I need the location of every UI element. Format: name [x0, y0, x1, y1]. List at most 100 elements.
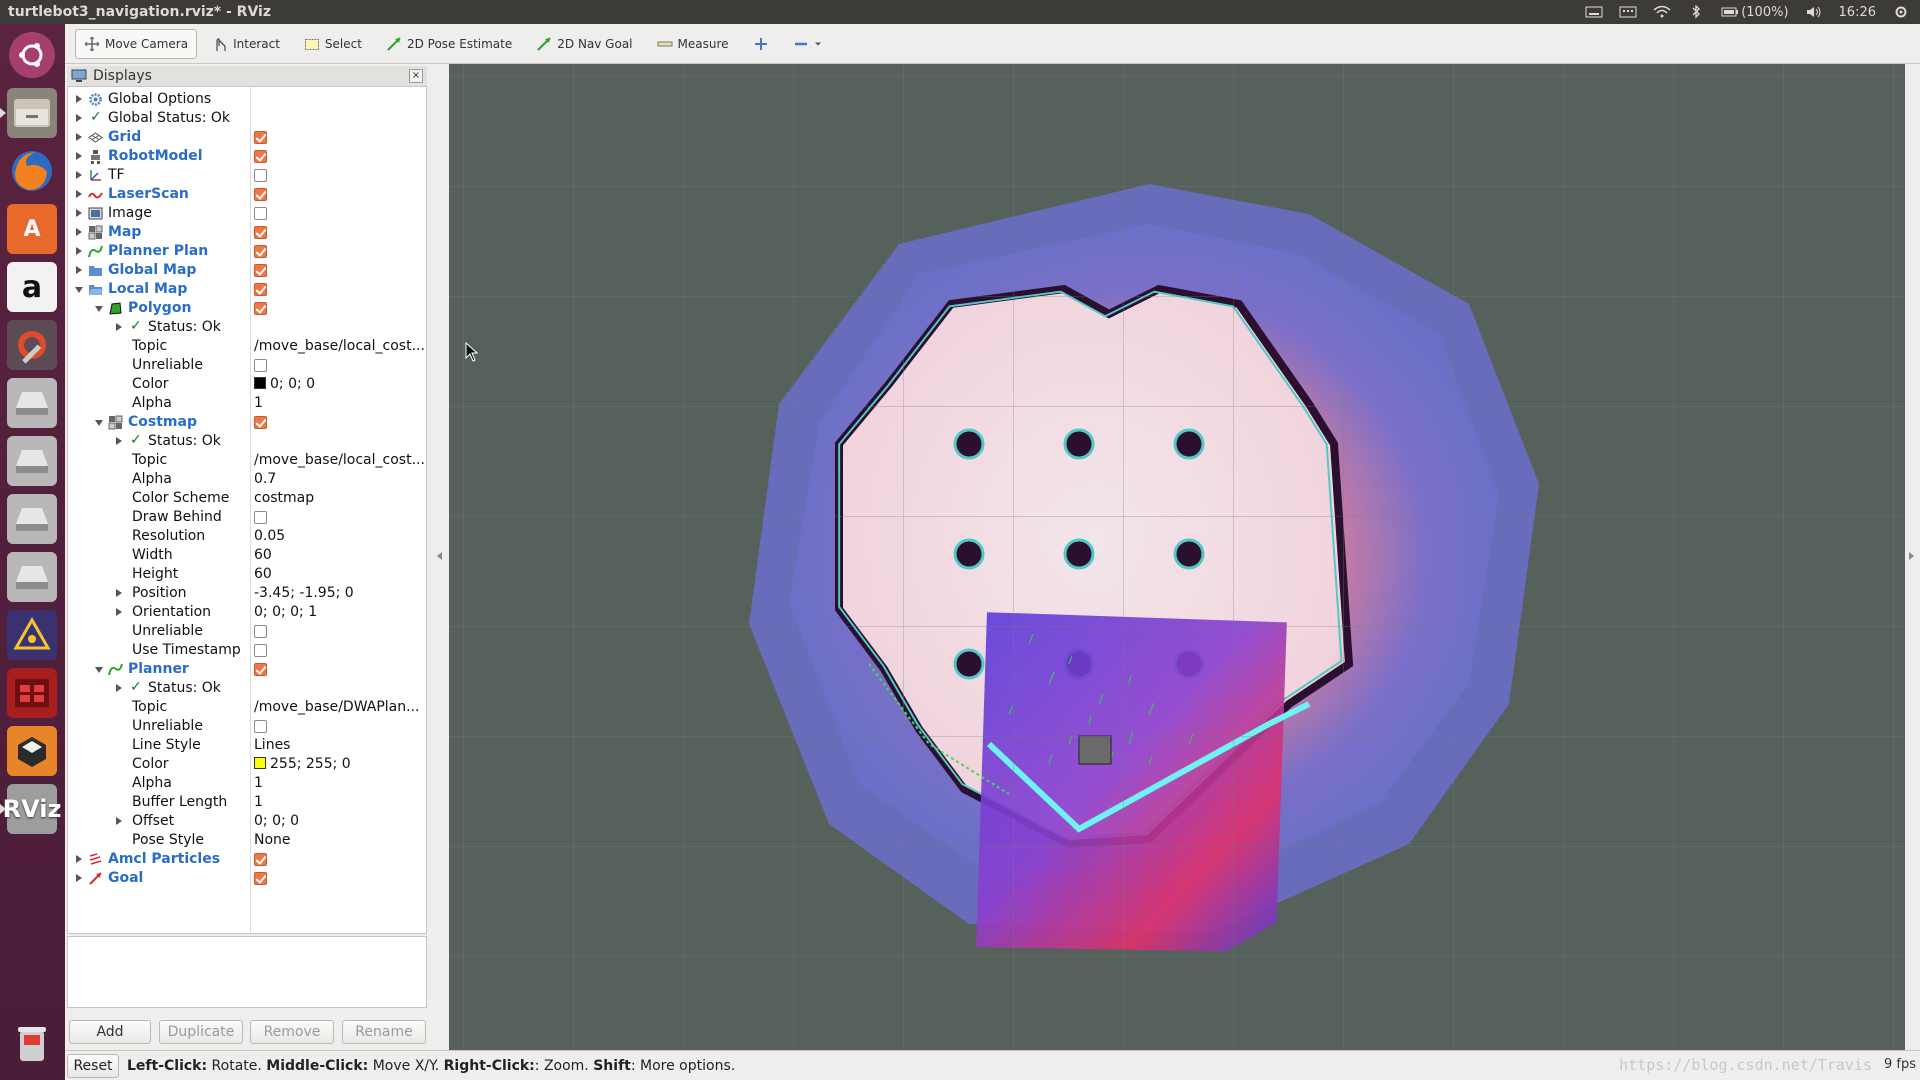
- tree-row-goal[interactable]: Goal: [68, 869, 426, 888]
- collapse-arrow-icon[interactable]: [75, 287, 83, 293]
- tree-row-pose-style[interactable]: Pose Style None: [68, 831, 426, 850]
- 3d-viewport[interactable]: [449, 64, 1905, 1050]
- tree-row-planner[interactable]: Planner: [68, 660, 426, 679]
- tree-row-costmap[interactable]: Costmap: [68, 413, 426, 432]
- tree-row-grid[interactable]: Grid: [68, 128, 426, 147]
- tree-row-robot-model[interactable]: RobotModel: [68, 147, 426, 166]
- polygon-alpha-value[interactable]: 1: [254, 395, 424, 411]
- tree-row-costmap-color-scheme[interactable]: Color Scheme costmap: [68, 489, 426, 508]
- drive-icon[interactable]: [7, 494, 57, 544]
- tf-checkbox[interactable]: [254, 169, 267, 182]
- polygon-color-value[interactable]: 0; 0; 0: [254, 376, 424, 392]
- image-checkbox[interactable]: [254, 207, 267, 220]
- battery-indicator[interactable]: (100%): [1721, 5, 1789, 20]
- tree-row-local-map[interactable]: Local Map: [68, 280, 426, 299]
- tree-row-planner-unreliable[interactable]: Unreliable: [68, 717, 426, 736]
- expand-arrow-icon[interactable]: [76, 152, 82, 160]
- tree-row-resolution[interactable]: Resolution 0.05: [68, 527, 426, 546]
- amcl-particles-checkbox[interactable]: [254, 853, 267, 866]
- polygon-topic-value[interactable]: /move_base/local_cost...: [254, 338, 424, 354]
- tree-row-polygon-status[interactable]: ✓ Status: Ok: [68, 318, 426, 337]
- expand-arrow-icon[interactable]: [76, 114, 82, 122]
- move-camera-button[interactable]: Move Camera: [75, 28, 198, 59]
- tree-row-draw-behind[interactable]: Draw Behind: [68, 508, 426, 527]
- tree-row-costmap-topic[interactable]: Topic /move_base/local_cost...: [68, 451, 426, 470]
- laser-scan-checkbox[interactable]: [254, 188, 267, 201]
- height-value[interactable]: 60: [254, 566, 424, 582]
- use-timestamp-checkbox[interactable]: [254, 644, 267, 657]
- draw-behind-checkbox[interactable]: [254, 511, 267, 524]
- position-value[interactable]: -3.45; -1.95; 0: [254, 585, 424, 601]
- tree-row-planner-status[interactable]: ✓ Status: Ok: [68, 679, 426, 698]
- add-button[interactable]: Add: [69, 1020, 151, 1044]
- expand-arrow-icon[interactable]: [116, 323, 122, 331]
- virtualbox-icon[interactable]: [7, 726, 57, 776]
- planner-topic-value[interactable]: /move_base/DWAPlan...: [254, 699, 424, 715]
- 2d-nav-goal-button[interactable]: 2D Nav Goal: [527, 29, 641, 59]
- expand-arrow-icon[interactable]: [76, 190, 82, 198]
- costmap-alpha-value[interactable]: 0.7: [254, 471, 424, 487]
- duplicate-button[interactable]: Duplicate: [159, 1020, 243, 1044]
- tree-row-buffer-length[interactable]: Buffer Length 1: [68, 793, 426, 812]
- tree-row-offset[interactable]: Offset 0; 0; 0: [68, 812, 426, 831]
- amazon-icon[interactable]: a: [7, 262, 57, 312]
- planner-plan-checkbox[interactable]: [254, 245, 267, 258]
- expand-arrow-icon[interactable]: [76, 228, 82, 236]
- line-style-value[interactable]: Lines: [254, 737, 424, 753]
- global-map-checkbox[interactable]: [254, 264, 267, 277]
- tree-row-polygon-alpha[interactable]: Alpha 1: [68, 394, 426, 413]
- tree-row-polygon-topic[interactable]: Topic /move_base/local_cost...: [68, 337, 426, 356]
- tree-row-position[interactable]: Position -3.45; -1.95; 0: [68, 584, 426, 603]
- orientation-value[interactable]: 0; 0; 0; 1: [254, 604, 424, 620]
- expand-arrow-icon[interactable]: [116, 817, 122, 825]
- remove-button[interactable]: Remove: [250, 1020, 334, 1044]
- power-gear-icon[interactable]: [1892, 5, 1910, 19]
- robot-model-checkbox[interactable]: [254, 150, 267, 163]
- wifi-icon[interactable]: [1653, 5, 1671, 19]
- collapse-left-icon[interactable]: [437, 552, 442, 560]
- grid-checkbox[interactable]: [254, 131, 267, 144]
- right-panel-strip[interactable]: [1905, 64, 1920, 1050]
- keyboard-icon[interactable]: [1585, 5, 1603, 19]
- volume-icon[interactable]: [1805, 5, 1823, 19]
- rename-button[interactable]: Rename: [342, 1020, 426, 1044]
- clock[interactable]: 16:26: [1839, 5, 1876, 20]
- polygon-unreliable-checkbox[interactable]: [254, 359, 267, 372]
- tree-row-costmap-status[interactable]: ✓ Status: Ok: [68, 432, 426, 451]
- tree-row-global-options[interactable]: Global Options: [68, 90, 426, 109]
- tree-row-polygon-color[interactable]: Color 0; 0; 0: [68, 375, 426, 394]
- panel-splitter[interactable]: [427, 64, 449, 1050]
- planner-color-value[interactable]: 255; 255; 0: [254, 756, 424, 772]
- expand-arrow-icon[interactable]: [116, 684, 122, 692]
- tree-row-planner-color[interactable]: Color 255; 255; 0: [68, 755, 426, 774]
- tree-row-laser-scan[interactable]: LaserScan: [68, 185, 426, 204]
- expand-arrow-icon[interactable]: [76, 855, 82, 863]
- tree-row-global-status[interactable]: ✓ Global Status: Ok: [68, 109, 426, 128]
- map-checkbox[interactable]: [254, 226, 267, 239]
- tree-row-amcl-particles[interactable]: Amcl Particles: [68, 850, 426, 869]
- add-tool-button[interactable]: [744, 29, 778, 59]
- planner-unreliable-checkbox[interactable]: [254, 720, 267, 733]
- expand-arrow-icon[interactable]: [76, 874, 82, 882]
- input-method-icon[interactable]: [1619, 5, 1637, 19]
- reset-button[interactable]: Reset: [67, 1053, 119, 1078]
- goal-checkbox[interactable]: [254, 872, 267, 885]
- tree-row-width[interactable]: Width 60: [68, 546, 426, 565]
- polygon-checkbox[interactable]: [254, 302, 267, 315]
- expand-arrow-icon[interactable]: [76, 171, 82, 179]
- tree-row-polygon-unreliable[interactable]: Unreliable: [68, 356, 426, 375]
- buffer-length-value[interactable]: 1: [254, 794, 424, 810]
- expand-arrow-icon[interactable]: [76, 209, 82, 217]
- tree-row-planner-alpha[interactable]: Alpha 1: [68, 774, 426, 793]
- bluetooth-icon[interactable]: [1687, 5, 1705, 19]
- collapse-arrow-icon[interactable]: [95, 420, 103, 426]
- expand-arrow-icon[interactable]: [76, 266, 82, 274]
- close-icon[interactable]: ×: [409, 69, 423, 83]
- drive-icon[interactable]: [7, 378, 57, 428]
- tree-row-orientation[interactable]: Orientation 0; 0; 0; 1: [68, 603, 426, 622]
- costmap-unreliable-checkbox[interactable]: [254, 625, 267, 638]
- rviz-icon[interactable]: RViz: [0, 784, 61, 834]
- tree-row-map[interactable]: Map: [68, 223, 426, 242]
- map-render[interactable]: [449, 64, 1905, 1050]
- workspace-icon[interactable]: [7, 668, 57, 718]
